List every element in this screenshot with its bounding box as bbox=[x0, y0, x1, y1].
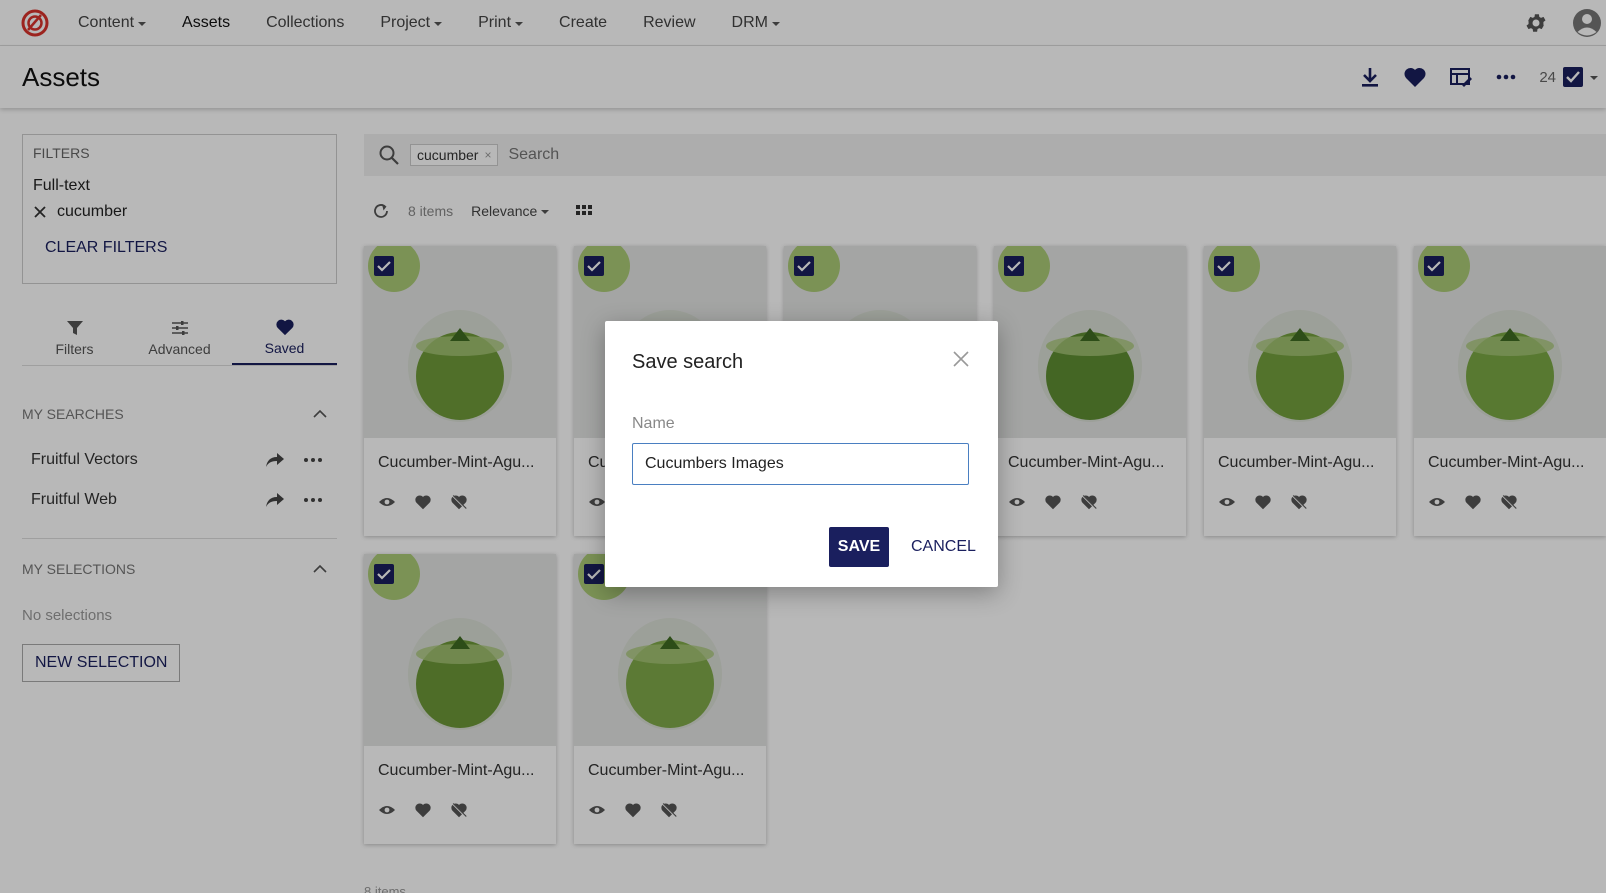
name-label: Name bbox=[632, 415, 675, 432]
close-icon[interactable] bbox=[951, 349, 971, 369]
cancel-button[interactable]: CANCEL bbox=[905, 527, 982, 567]
save-search-dialog: Save search Name SAVE CANCEL bbox=[605, 321, 998, 587]
dialog-title: Save search bbox=[632, 351, 744, 373]
save-button[interactable]: SAVE bbox=[829, 527, 889, 567]
search-name-field[interactable] bbox=[632, 443, 969, 485]
